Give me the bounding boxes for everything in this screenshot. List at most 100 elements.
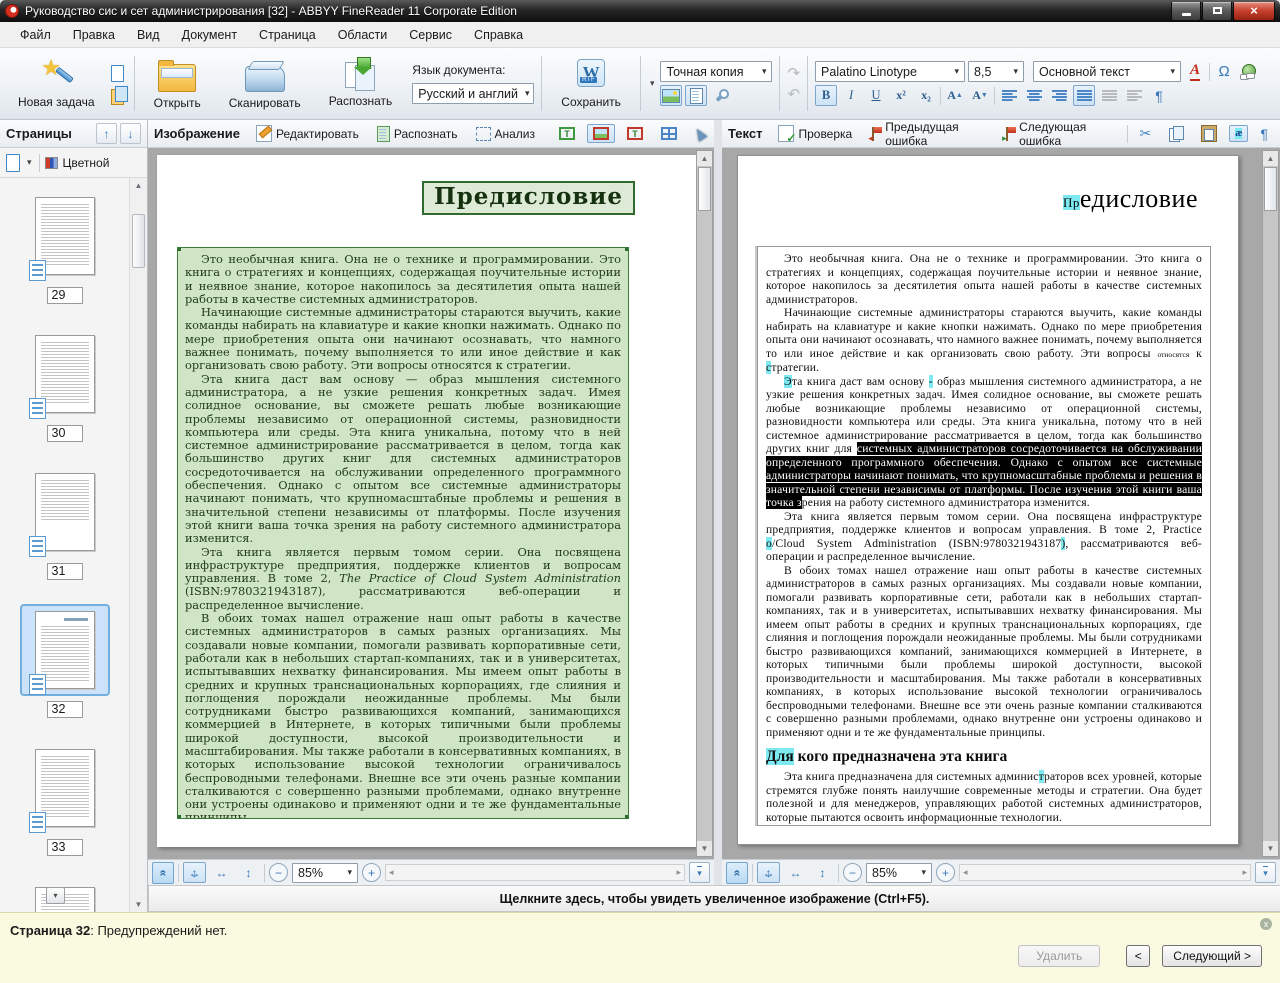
fit-page-button[interactable]: ↔ ↕ xyxy=(757,862,780,883)
text-style-select[interactable]: Основной текст ▾ xyxy=(1033,61,1182,82)
page-thumbnail-30[interactable]: 30 xyxy=(20,328,110,442)
recognized-page[interactable]: Предисловие Это необычная книга. Она не … xyxy=(737,155,1239,845)
text-horizontal-scrollbar[interactable]: ◂ ▸ xyxy=(959,864,1251,881)
area-handle[interactable] xyxy=(178,248,181,251)
menu-help[interactable]: Справка xyxy=(464,24,533,46)
expand-panel-button[interactable]: « xyxy=(152,861,174,884)
area-handle[interactable] xyxy=(178,815,181,818)
recognize-button[interactable]: Распознать xyxy=(317,56,405,111)
scroll-up-arrow[interactable]: ▲ xyxy=(130,178,147,193)
next-warning-button[interactable]: Следующий > xyxy=(1162,945,1262,967)
superscript-button[interactable]: x² xyxy=(890,85,912,106)
new-task-button[interactable]: ★ Новая задача xyxy=(6,55,107,112)
previous-error-button[interactable]: ◂ Предыдущая ошибка xyxy=(864,117,992,151)
scrollbar-thumb[interactable] xyxy=(698,167,711,211)
previous-warning-button[interactable]: < xyxy=(1126,945,1151,967)
menu-tools[interactable]: Сервис xyxy=(399,24,462,46)
copy-pages-icon[interactable] xyxy=(110,85,128,105)
expand-panel-button[interactable]: « xyxy=(726,861,748,884)
scroll-up-arrow[interactable]: ▲ xyxy=(697,151,712,166)
highlight-uncertain-toggle[interactable]: æ xyxy=(1229,125,1249,142)
zoom-window-bar[interactable]: Щелкните здесь, чтобы увидеть увеличенно… xyxy=(148,885,1280,912)
increase-font-button[interactable]: A ▲ xyxy=(944,85,966,106)
insert-symbol-button[interactable]: Ω xyxy=(1213,61,1235,82)
keep-layout-toggle[interactable] xyxy=(685,85,708,106)
page-thumbnail-31[interactable]: 31 xyxy=(20,466,110,580)
redo-button[interactable]: ↷ xyxy=(787,64,800,82)
thumbnail-view-icon[interactable] xyxy=(6,153,20,172)
close-button[interactable]: × xyxy=(1233,1,1275,21)
fit-width-button[interactable]: ↔ xyxy=(784,862,807,883)
zoom-out-button[interactable]: − xyxy=(269,863,288,882)
layout-mode-select[interactable]: Точная копия ▾ xyxy=(660,61,773,82)
fit-width-button[interactable]: ↔ xyxy=(210,862,233,883)
cut-button[interactable]: ✂ xyxy=(1134,122,1158,145)
scrollbar-thumb[interactable] xyxy=(132,214,145,268)
bold-button[interactable]: B xyxy=(815,85,838,106)
page-thumbnail-32-selected[interactable]: 32 xyxy=(19,604,110,718)
format-settings-button[interactable] xyxy=(710,85,732,106)
panel-splitter[interactable] xyxy=(714,120,722,885)
fit-height-button[interactable]: ↕ xyxy=(237,862,260,883)
restore-button[interactable] xyxy=(1202,1,1232,21)
analyze-page-button[interactable]: Анализ xyxy=(470,124,542,144)
split-cells-button[interactable] xyxy=(1123,85,1145,106)
open-button[interactable]: Открыть xyxy=(142,55,213,113)
formatting-marks-button[interactable]: ¶ xyxy=(1148,85,1170,106)
scan-text-area[interactable]: Это необычная книга. Она не о технике и … xyxy=(177,247,629,819)
select-area-button[interactable] xyxy=(689,125,711,143)
text-vertical-scrollbar[interactable]: ▲ ▼ xyxy=(1262,150,1279,857)
pages-scrollbar[interactable]: ▲ ▼ xyxy=(129,178,147,912)
scan-button[interactable]: Сканировать xyxy=(217,55,313,113)
align-justify-button[interactable] xyxy=(1073,85,1096,106)
zoom-level-select[interactable]: 85% ▾ xyxy=(866,862,932,883)
menu-areas[interactable]: Области xyxy=(328,24,398,46)
scanned-page[interactable]: Предисловие Это необычная книга. Она не … xyxy=(157,155,697,847)
image-horizontal-scrollbar[interactable]: ◂ ▸ xyxy=(385,864,685,881)
keep-pictures-toggle[interactable] xyxy=(660,85,683,106)
delete-button[interactable]: Удалить xyxy=(1018,945,1101,967)
dismiss-warnings-icon[interactable]: x xyxy=(1260,918,1272,930)
image-vertical-scrollbar[interactable]: ▲ ▼ xyxy=(696,150,713,857)
fit-height-button[interactable]: ↕ xyxy=(811,862,834,883)
page-thumbnail-29[interactable]: 29 xyxy=(20,190,110,304)
font-color-button[interactable]: A xyxy=(1184,61,1206,82)
merge-cells-button[interactable] xyxy=(1098,85,1120,106)
menu-view[interactable]: Вид xyxy=(127,24,170,46)
ocr-text-block[interactable]: Это необычная книга. Она не о технике и … xyxy=(757,246,1211,826)
zoom-out-button[interactable]: − xyxy=(843,863,862,882)
decrease-font-button[interactable]: A ▼ xyxy=(969,85,991,106)
verify-text-button[interactable]: ✓ Проверка xyxy=(772,122,858,145)
scroll-down-arrow[interactable]: ▼ xyxy=(1263,841,1278,856)
copy-button[interactable] xyxy=(1163,123,1189,144)
language-select[interactable]: Русский и англий ▾ xyxy=(412,83,535,104)
ocr-heading[interactable]: Предисловие xyxy=(1063,184,1198,214)
hyperlink-button[interactable] xyxy=(1238,61,1260,82)
scroll-up-arrow[interactable]: ▲ xyxy=(1263,151,1278,166)
undo-button[interactable]: ↶ xyxy=(787,85,800,103)
recognize-page-button[interactable]: Распознать xyxy=(371,123,464,145)
scrollbar-thumb[interactable] xyxy=(1264,167,1277,211)
show-formatting-button[interactable]: ¶ xyxy=(1254,123,1274,145)
page-thumbnail-33[interactable]: 33 xyxy=(20,742,110,856)
next-page-button[interactable]: ↓ xyxy=(120,123,141,144)
save-button[interactable]: W RTF Сохранить xyxy=(549,56,633,112)
italic-button[interactable]: I xyxy=(840,85,862,106)
draw-text-area-button[interactable]: T xyxy=(553,124,581,143)
scroll-down-arrow[interactable]: ▼ xyxy=(130,897,147,912)
zoom-in-button[interactable]: + xyxy=(936,863,955,882)
align-right-button[interactable] xyxy=(1048,85,1070,106)
zoom-level-select[interactable]: 85% ▾ xyxy=(292,862,358,883)
font-size-select[interactable]: 8,5 ▾ xyxy=(968,61,1025,82)
zoom-in-button[interactable]: + xyxy=(362,863,381,882)
menu-document[interactable]: Документ xyxy=(172,24,247,46)
paste-button[interactable] xyxy=(1195,122,1223,145)
thumbnail-options-button[interactable]: ▾ xyxy=(46,887,65,904)
underline-button[interactable]: U xyxy=(865,85,887,106)
menu-page[interactable]: Страница xyxy=(249,24,326,46)
align-center-button[interactable] xyxy=(1023,85,1045,106)
image-view[interactable]: Предисловие Это необычная книга. Она не … xyxy=(148,148,714,859)
dock-button[interactable]: ▾ xyxy=(1255,862,1276,883)
draw-table-area-button[interactable] xyxy=(655,124,683,143)
minimize-button[interactable] xyxy=(1171,1,1201,21)
